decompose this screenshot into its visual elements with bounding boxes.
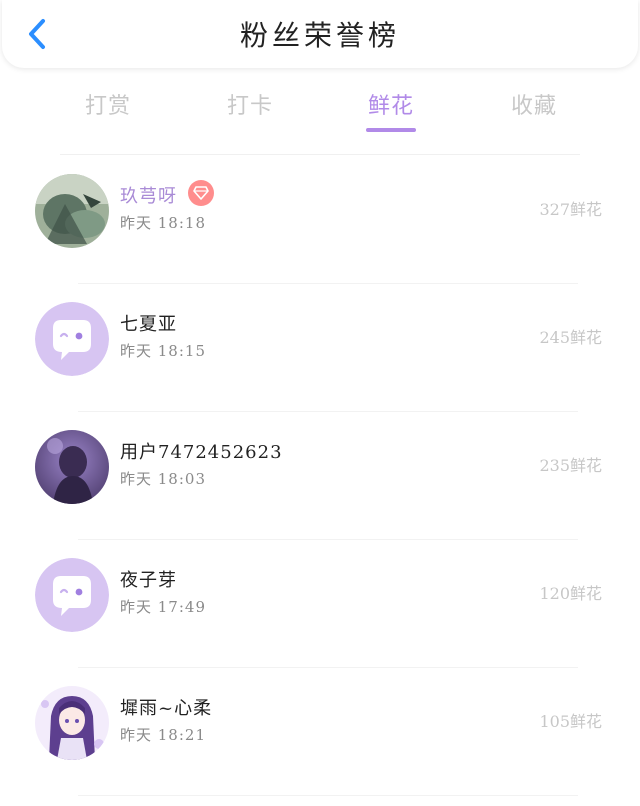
tab-flowers[interactable]: 鲜花: [351, 88, 431, 120]
avatar[interactable]: [35, 686, 109, 760]
fan-time: 昨天 17:49: [120, 598, 206, 616]
fan-name: 七夏亚: [120, 314, 177, 335]
fan-row[interactable]: 墀雨~心柔 昨天 18:21 105鲜花: [0, 668, 640, 796]
fan-row[interactable]: 用户7472452623 昨天 18:03 235鲜花: [0, 412, 640, 540]
anime-avatar-icon: [35, 686, 109, 760]
avatar[interactable]: [35, 302, 109, 376]
page-title: 粉丝荣誉榜: [239, 19, 400, 52]
fan-honor-page: 粉丝荣誉榜 打赏 打卡 鲜花 收藏 玖芎呀 昨天 18:18 327鲜花 七夏亚…: [0, 0, 640, 806]
photo-avatar-icon: [35, 430, 109, 504]
default-chat-avatar-icon: [35, 302, 109, 376]
tab-bar: 打赏 打卡 鲜花 收藏: [0, 84, 640, 144]
flower-count: 105鲜花: [539, 712, 602, 731]
fan-time: 昨天 18:03: [120, 470, 206, 488]
avatar[interactable]: [35, 430, 109, 504]
fan-name: 用户7472452623: [120, 442, 283, 463]
avatar[interactable]: [35, 558, 109, 632]
fan-row[interactable]: 夜子芽 昨天 17:49 120鲜花: [0, 540, 640, 668]
fan-row[interactable]: 七夏亚 昨天 18:15 245鲜花: [0, 284, 640, 412]
flower-count: 327鲜花: [539, 200, 602, 219]
tab-tips[interactable]: 打赏: [68, 88, 148, 120]
fan-name: 夜子芽: [120, 570, 177, 591]
flower-count: 120鲜花: [539, 584, 602, 603]
fan-time: 昨天 18:18: [120, 214, 206, 232]
avatar[interactable]: [35, 174, 109, 248]
fan-name: 玖芎呀: [120, 186, 177, 207]
default-chat-avatar-icon: [35, 558, 109, 632]
photo-avatar-icon: [35, 174, 109, 248]
fan-time: 昨天 18:15: [120, 342, 206, 360]
diamond-badge-icon: [188, 180, 214, 206]
active-tab-indicator: [366, 128, 416, 132]
flower-count: 245鲜花: [539, 328, 602, 347]
tab-checkin[interactable]: 打卡: [210, 88, 290, 120]
top-bar: 粉丝荣誉榜: [2, 0, 638, 68]
tabs-divider: [60, 154, 580, 155]
row-divider: [78, 795, 578, 796]
fan-name: 墀雨~心柔: [120, 698, 213, 719]
tab-favorites[interactable]: 收藏: [494, 88, 574, 120]
fan-row[interactable]: 玖芎呀 昨天 18:18 327鲜花: [0, 156, 640, 284]
fan-time: 昨天 18:21: [120, 726, 206, 744]
flower-count: 235鲜花: [539, 456, 602, 475]
